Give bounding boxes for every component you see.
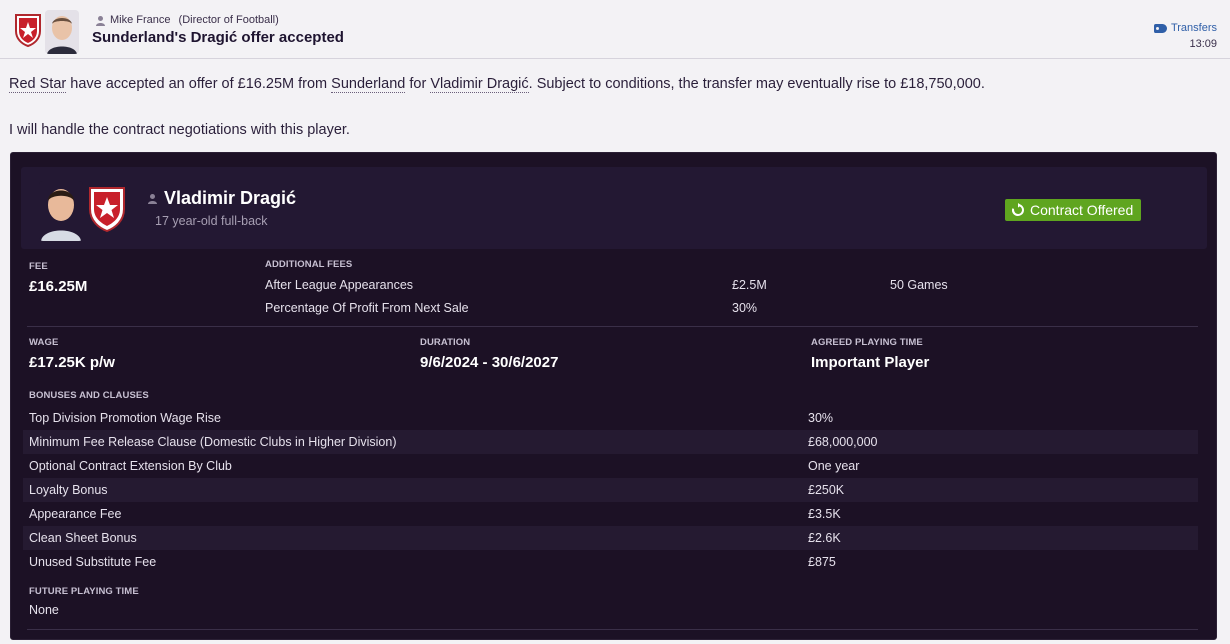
message-line-1: Red Star have accepted an offer of £16.2…	[9, 76, 985, 93]
additional-fee-name: After League Appearances	[265, 278, 414, 292]
player-link[interactable]: Vladimir Dragić	[430, 76, 529, 93]
transfer-details-panel: Vladimir Dragić 17 year-old full-back Co…	[10, 152, 1217, 640]
clause-row: Optional Contract Extension By Club One …	[23, 454, 1198, 478]
player-card: Vladimir Dragić 17 year-old full-back Co…	[21, 167, 1207, 249]
contract-status-label: Contract Offered	[1030, 202, 1134, 218]
sender-line: Mike France (Director of Football)	[95, 14, 279, 26]
future-playing-time-label: FUTURE PLAYING TIME	[29, 586, 139, 597]
sender-name[interactable]: Mike France	[110, 14, 171, 26]
message-text: have accepted an offer of £16.25M from	[66, 76, 332, 92]
player-name-row: Vladimir Dragić	[147, 188, 296, 209]
red-star-badge-icon[interactable]	[87, 185, 127, 233]
additional-fees-label: ADDITIONAL FEES	[265, 259, 353, 270]
fee-value: £16.25M	[29, 278, 88, 295]
person-icon	[96, 15, 105, 26]
wage-value: £17.25K p/w	[29, 354, 115, 371]
clause-name: Optional Contract Extension By Club	[29, 459, 232, 473]
clause-name: Appearance Fee	[29, 507, 122, 521]
playing-time-value: Important Player	[811, 354, 930, 371]
message-time: 13:09	[1189, 38, 1217, 50]
clause-value: One year	[808, 459, 860, 473]
person-icon	[148, 194, 157, 204]
sender-role: (Director of Football)	[178, 14, 279, 26]
message-text: . Subject to conditions, the transfer ma…	[528, 76, 985, 92]
clause-value: 30%	[808, 411, 834, 425]
clause-value: £68,000,000	[808, 435, 878, 449]
divider	[27, 326, 1198, 327]
duration-label: DURATION	[420, 337, 471, 348]
duration-value: 9/6/2024 - 30/6/2027	[420, 354, 559, 371]
clause-name: Clean Sheet Bonus	[29, 531, 137, 545]
divider	[27, 629, 1198, 630]
clause-row: Appearance Fee £3.5K	[23, 502, 1198, 526]
additional-fee-name: Percentage Of Profit From Next Sale	[265, 301, 469, 315]
clause-row: Loyalty Bonus £250K	[23, 478, 1198, 502]
clause-name: Unused Substitute Fee	[29, 555, 157, 569]
message-line-2: I will handle the contract negotiations …	[9, 122, 350, 138]
clause-value: £875	[808, 555, 836, 569]
message-text: for	[405, 76, 431, 92]
club-link-red-star[interactable]: Red Star	[9, 76, 67, 93]
player-avatar[interactable]	[39, 181, 83, 241]
wage-label: WAGE	[29, 337, 59, 348]
clause-row: Unused Substitute Fee £875	[23, 550, 1198, 574]
contract-status-badge[interactable]: Contract Offered	[1005, 199, 1142, 221]
staff-avatar[interactable]	[45, 10, 79, 54]
clause-row: Clean Sheet Bonus £2.6K	[23, 526, 1198, 550]
red-star-badge-icon[interactable]	[14, 13, 42, 47]
tag-icon	[1153, 23, 1167, 33]
clause-value: £250K	[808, 483, 845, 497]
clause-value: £2.6K	[808, 531, 841, 545]
clause-row: Minimum Fee Release Clause (Domestic Clu…	[23, 430, 1198, 454]
player-description: 17 year-old full-back	[155, 214, 268, 228]
bonuses-label: BONUSES AND CLAUSES	[29, 390, 149, 401]
fee-label: FEE	[29, 261, 48, 272]
additional-fee-amount: 30%	[732, 301, 758, 315]
clause-row: Top Division Promotion Wage Rise 30%	[23, 406, 1198, 430]
clause-name: Minimum Fee Release Clause (Domestic Clu…	[29, 435, 397, 449]
clause-name: Top Division Promotion Wage Rise	[29, 411, 221, 425]
message-subject: Sunderland's Dragić offer accepted	[92, 29, 344, 46]
category-label: Transfers	[1170, 22, 1217, 34]
future-playing-time-value: None	[29, 603, 59, 617]
category-link[interactable]: Transfers	[1153, 22, 1217, 34]
clause-value: £3.5K	[808, 507, 841, 521]
additional-fee-condition: 50 Games	[890, 278, 948, 292]
clause-name: Loyalty Bonus	[29, 483, 108, 497]
playing-time-label: AGREED PLAYING TIME	[811, 337, 923, 348]
player-name[interactable]: Vladimir Dragić	[164, 188, 296, 209]
refresh-icon	[1012, 203, 1024, 216]
additional-fee-amount: £2.5M	[732, 278, 767, 292]
message-header: Mike France (Director of Football) Sunde…	[0, 0, 1230, 59]
club-link-sunderland[interactable]: Sunderland	[331, 76, 406, 93]
